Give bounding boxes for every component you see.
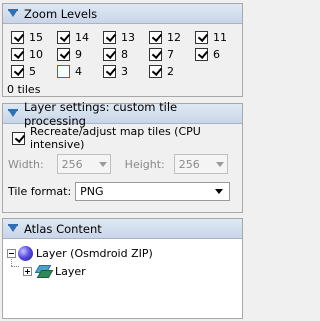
atlas-content-panel: Atlas Content Layer (Osmdroid ZIP) Layer (2, 218, 243, 319)
zoom-label: 6 (213, 47, 220, 61)
zoom-level-3[interactable]: 3 (103, 64, 149, 78)
zoom-checkbox[interactable] (149, 64, 162, 78)
chevron-down-icon[interactable] (215, 189, 224, 194)
width-value: 256 (61, 157, 83, 171)
tile-format-value: PNG (80, 185, 104, 198)
zoom-level-13[interactable]: 13 (103, 30, 149, 44)
layer-icon (35, 265, 51, 277)
zoom-checkbox[interactable] (11, 30, 24, 44)
zoom-checkbox[interactable] (11, 64, 24, 78)
zoom-checkbox[interactable] (195, 30, 208, 44)
zoom-checkbox[interactable] (57, 30, 70, 44)
tile-format-row: Tile format: PNG (3, 174, 242, 201)
zoom-label: 8 (121, 47, 128, 61)
tile-format-select[interactable]: PNG (75, 182, 231, 201)
layer-settings-header[interactable]: Layer settings: custom tile processing (3, 100, 242, 128)
zoom-level-7[interactable]: 7 (149, 47, 195, 61)
width-field: 256 (56, 154, 111, 174)
tree-node-root[interactable]: Layer (Osmdroid ZIP) (7, 244, 242, 262)
collapse-arrow-icon[interactable] (6, 222, 19, 235)
collapse-minus-icon[interactable] (7, 248, 16, 258)
zoom-level-11[interactable]: 11 (195, 30, 241, 44)
zoom-level-12[interactable]: 12 (149, 30, 195, 44)
zoom-label: 10 (29, 47, 43, 61)
atlas-tree[interactable]: Layer (Osmdroid ZIP) Layer (3, 239, 242, 318)
height-label: Height: (124, 157, 165, 171)
recreate-tiles-label: Recreate/adjust map tiles (CPU intensive… (30, 125, 201, 151)
zoom-checkbox[interactable] (103, 64, 116, 78)
atlas-content-title: Atlas Content (24, 221, 102, 236)
zoom-checkbox[interactable] (103, 30, 116, 44)
layer-settings-title: Layer settings: custom tile processing (24, 99, 178, 128)
zoom-level-2[interactable]: 2 (149, 64, 195, 78)
zoom-label: 5 (29, 64, 36, 78)
layer-settings-panel: Layer settings: custom tile processing R… (2, 100, 243, 213)
zoom-level-15[interactable]: 15 (11, 30, 57, 44)
zoom-checkbox[interactable] (103, 47, 116, 61)
atlas-content-header[interactable]: Atlas Content (3, 219, 242, 239)
tree-node-label: Layer (Osmdroid ZIP) (36, 246, 153, 260)
zoom-checkbox[interactable] (57, 47, 70, 61)
zoom-checkbox[interactable] (11, 47, 24, 61)
recreate-tiles-option[interactable]: Recreate/adjust map tiles (CPU intensive… (3, 124, 242, 151)
zoom-levels-title: Zoom Levels (24, 6, 98, 21)
zoom-level-6[interactable]: 6 (195, 47, 241, 61)
zoom-level-10[interactable]: 10 (11, 47, 57, 61)
width-label: Width: (8, 157, 44, 171)
collapse-arrow-icon[interactable] (6, 107, 19, 120)
collapse-arrow-icon[interactable] (6, 7, 19, 20)
zoom-label: 9 (75, 47, 82, 61)
zoom-level-14[interactable]: 14 (57, 30, 103, 44)
zoom-levels-header[interactable]: Zoom Levels (3, 4, 242, 24)
zoom-levels-panel: Zoom Levels 15 14 13 12 11 10 9 8 7 6 5 … (2, 3, 243, 97)
height-field: 256 (173, 154, 228, 174)
zoom-label: 14 (75, 30, 89, 44)
chevron-down-icon (98, 161, 107, 167)
zoom-label: 7 (167, 47, 174, 61)
recreate-tiles-checkbox[interactable] (12, 131, 25, 145)
zoom-checkbox[interactable] (57, 64, 70, 78)
zoom-level-4[interactable]: 4 (57, 64, 103, 78)
expand-plus-icon[interactable] (23, 266, 32, 276)
zoom-label: 11 (213, 30, 227, 44)
zoom-level-grid: 15 14 13 12 11 10 9 8 7 6 5 4 3 2 (3, 24, 242, 78)
zoom-label: 12 (167, 30, 181, 44)
zoom-label: 13 (121, 30, 135, 44)
globe-icon (18, 245, 33, 261)
tree-node-layer[interactable]: Layer (7, 262, 242, 280)
zoom-label: 3 (121, 64, 128, 78)
chevron-down-icon (215, 161, 224, 167)
zoom-level-8[interactable]: 8 (103, 47, 149, 61)
tile-format-label: Tile format: (8, 185, 72, 198)
zoom-level-5[interactable]: 5 (11, 64, 57, 78)
tree-node-label: Layer (55, 264, 86, 278)
zoom-checkbox[interactable] (149, 30, 162, 44)
zoom-checkbox[interactable] (195, 47, 208, 61)
zoom-label: 15 (29, 30, 43, 44)
zoom-checkbox[interactable] (149, 47, 162, 61)
zoom-label: 2 (167, 64, 174, 78)
tile-count: 0 tiles (7, 83, 41, 96)
zoom-level-9[interactable]: 9 (57, 47, 103, 61)
height-value: 256 (178, 157, 200, 171)
zoom-label: 4 (75, 64, 82, 78)
